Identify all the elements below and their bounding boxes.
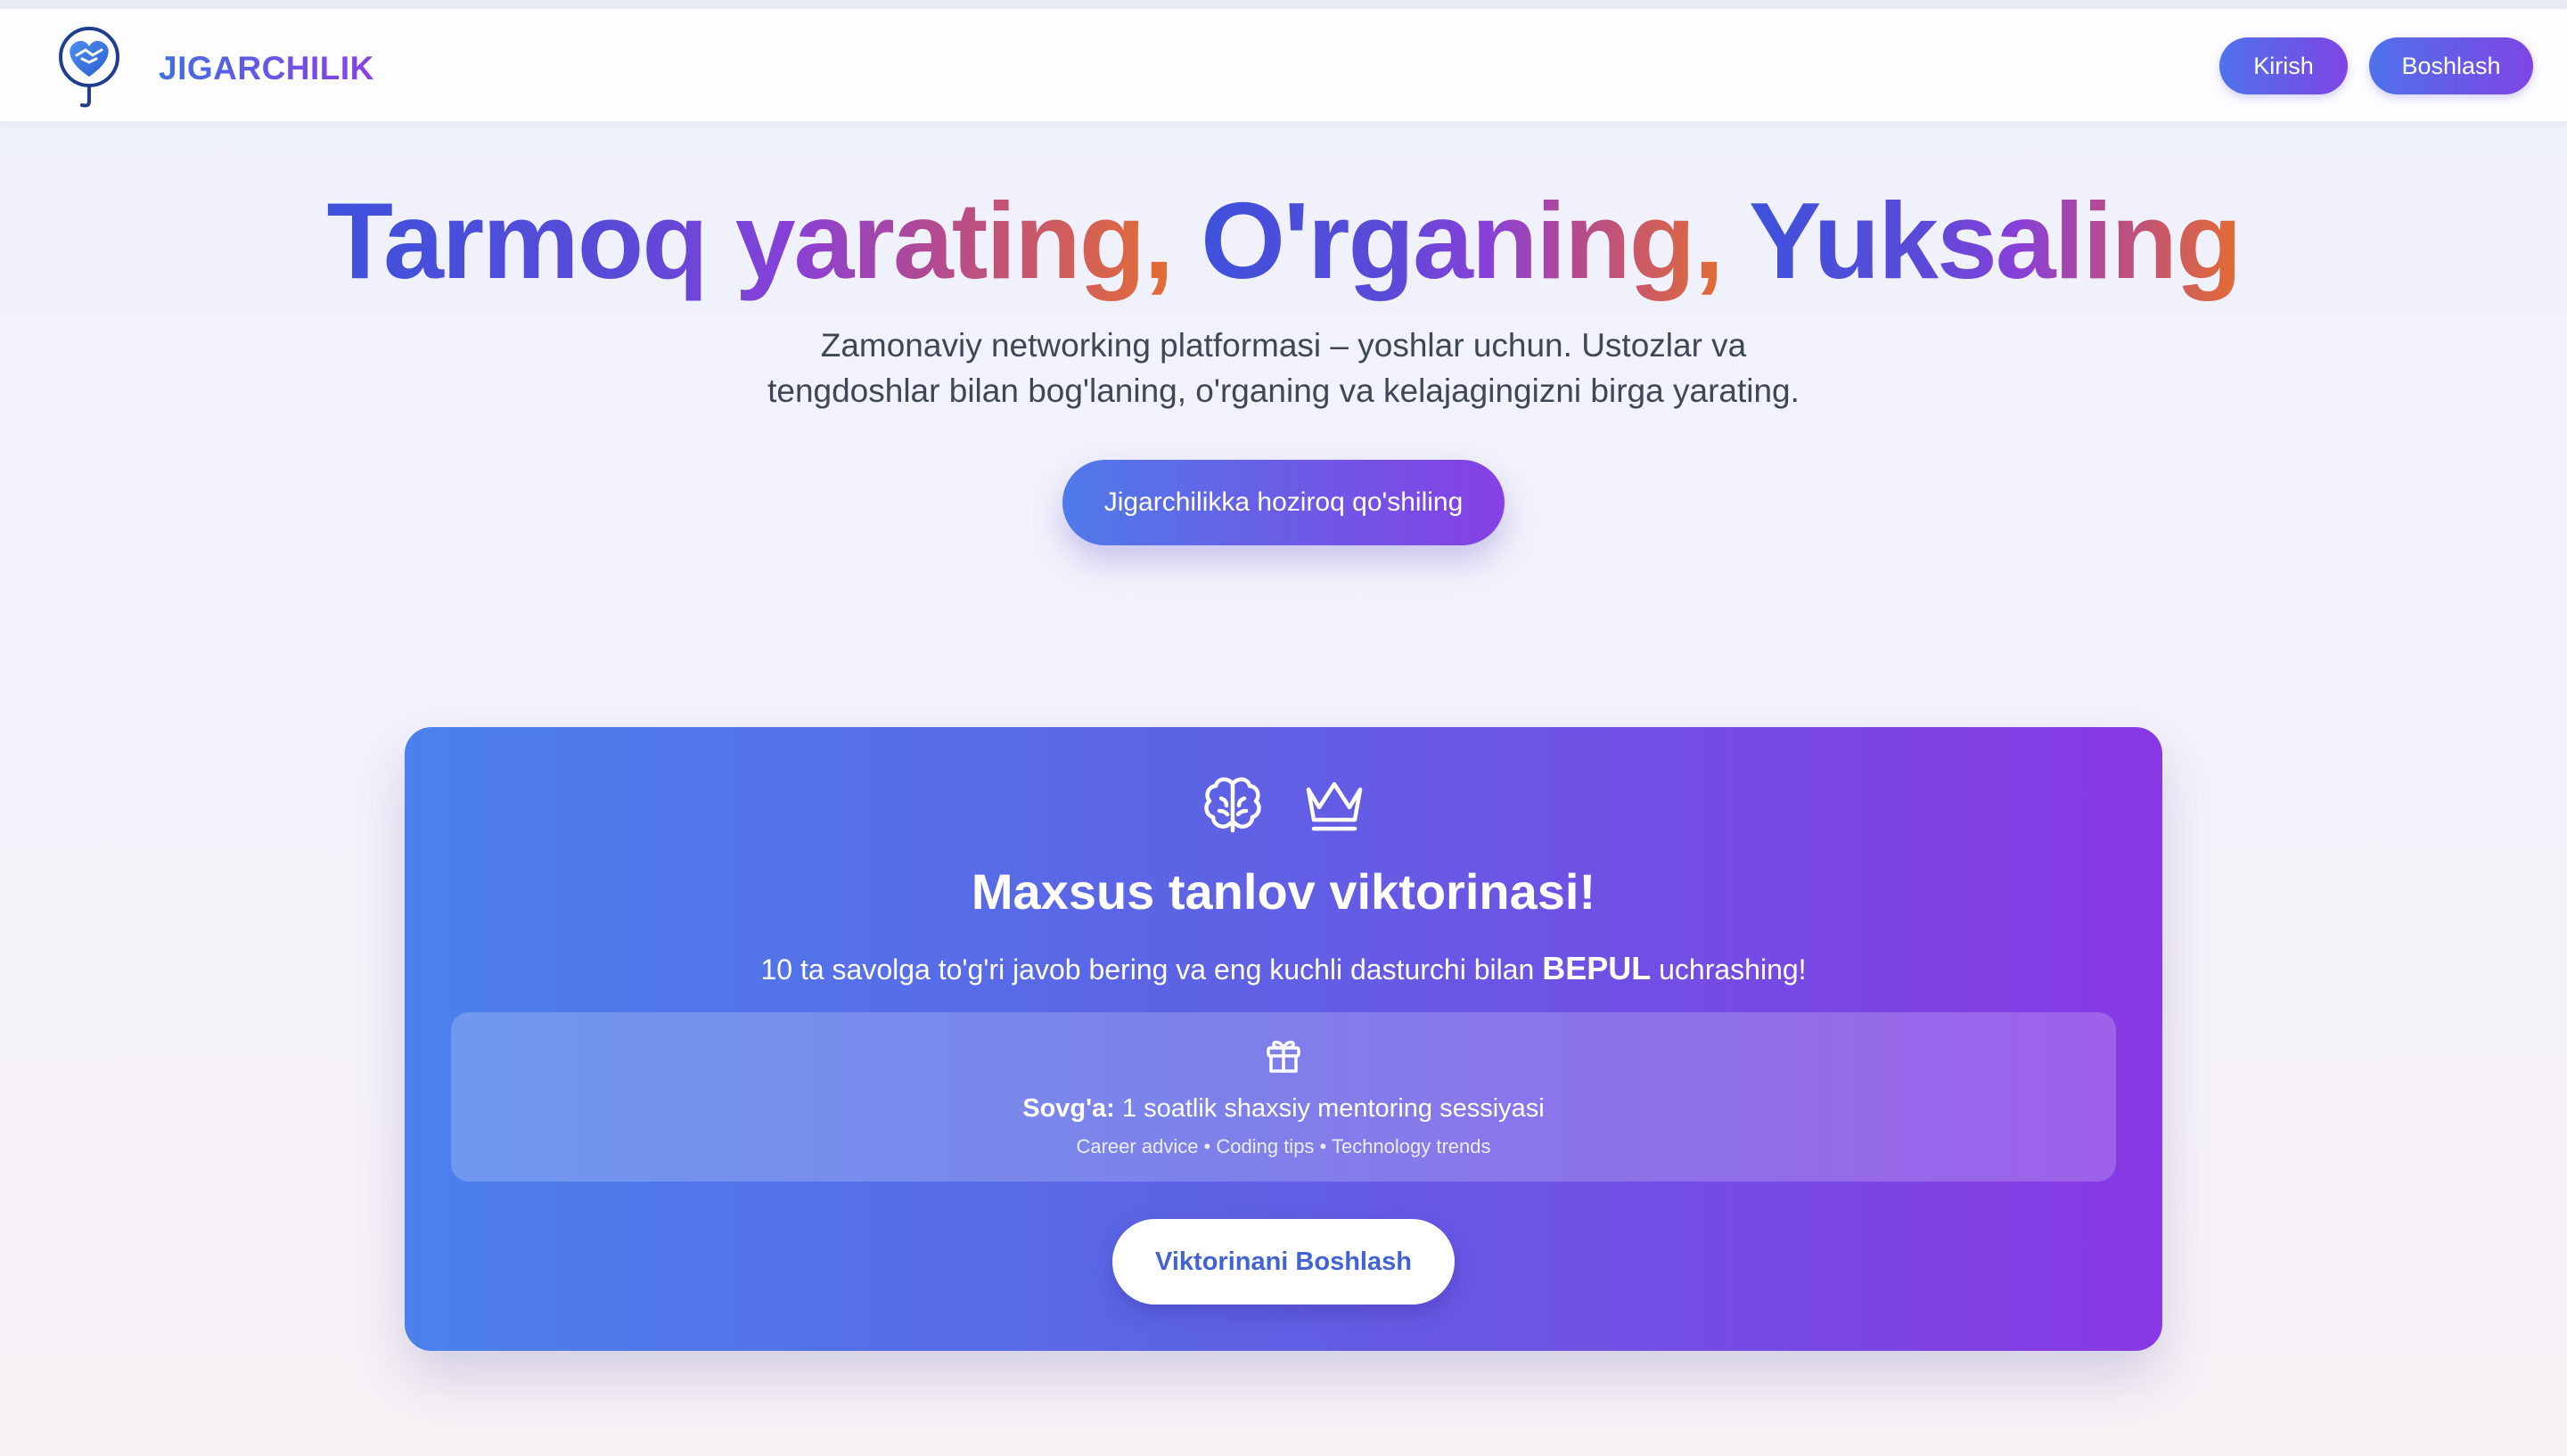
- gift-text: Sovg'a: 1 soatlik shaxsiy mentoring sess…: [451, 1094, 2116, 1124]
- join-now-button[interactable]: Jigarchilikka hoziroq qo'shiling: [1062, 460, 1505, 545]
- quiz-icons: [405, 772, 2162, 838]
- gift-description: 1 soatlik shaxsiy mentoring sessiyasi: [1121, 1094, 1545, 1123]
- quiz-description: 10 ta savolga to'g'ri javob bering va en…: [405, 950, 2162, 987]
- gift-tags: Career advice • Coding tips • Technology…: [1076, 1135, 1491, 1157]
- login-button[interactable]: Kirish: [2219, 37, 2348, 94]
- gift-label: Sovg'a:: [1022, 1094, 1115, 1123]
- brand-name[interactable]: JIGARCHILIK: [159, 50, 374, 87]
- start-quiz-button[interactable]: Viktorinani Boshlash: [1112, 1219, 1455, 1305]
- hero-title-part-3: Yuksaling: [1748, 180, 2243, 301]
- hero-title-part-1: Tarmoq yarating,: [326, 180, 1174, 301]
- gift-icon: [1264, 1035, 1303, 1079]
- quiz-desc-text-2: uchrashing!: [1659, 953, 1807, 986]
- quiz-card: Maxsus tanlov viktorinasi! 10 ta savolga…: [405, 727, 2162, 1351]
- gift-panel: Sovg'a: 1 soatlik shaxsiy mentoring sess…: [451, 1012, 2116, 1182]
- hero-title: Tarmoq yarating, O'rganing, Yuksaling: [0, 178, 2567, 303]
- brain-icon: [1200, 772, 1266, 838]
- hero-title-part-2: O'rganing,: [1201, 180, 1724, 301]
- hero-subtitle: Zamonaviy networking platformasi – yoshl…: [767, 327, 1800, 409]
- crown-icon: [1301, 772, 1367, 838]
- navbar: JIGARCHILIK Kirish Boshlash: [0, 9, 2567, 123]
- quiz-desc-free: BEPUL: [1542, 950, 1652, 986]
- quiz-title: Maxsus tanlov viktorinasi!: [971, 863, 1596, 920]
- browser-top-edge: [0, 0, 2567, 9]
- get-started-button[interactable]: Boshlash: [2369, 37, 2533, 94]
- quiz-desc-text-1: 10 ta savolga to'g'ri javob bering va en…: [760, 953, 1535, 986]
- logo-heart-handshake-icon[interactable]: [55, 21, 127, 110]
